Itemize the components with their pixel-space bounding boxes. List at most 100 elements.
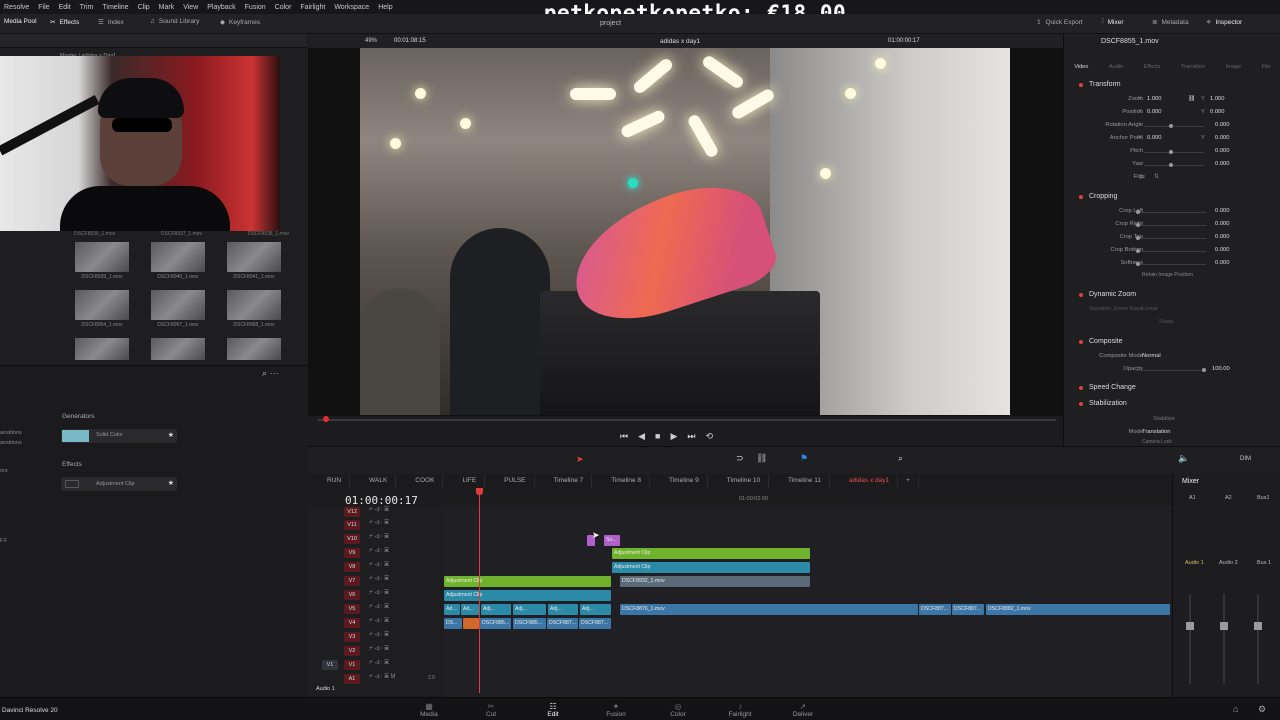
page-cut-button[interactable]: ✂ Cut bbox=[461, 703, 521, 719]
timeline-clip[interactable]: Adj... bbox=[513, 604, 546, 615]
selection-tool-icon[interactable]: ➤ bbox=[576, 454, 584, 465]
audio1-fader[interactable] bbox=[1186, 594, 1194, 684]
metadata-button[interactable]: ≣ Metadata bbox=[1152, 18, 1189, 27]
timeline-ruler[interactable]: 01:00:02:00 bbox=[444, 488, 1172, 506]
index-button[interactable]: ☰ Index bbox=[98, 18, 124, 27]
rotation-field[interactable]: 0.000 bbox=[1215, 122, 1230, 128]
track-name-v1-target[interactable]: V1 bbox=[322, 660, 338, 670]
timeline-clip[interactable]: Adj... bbox=[481, 604, 511, 615]
crop-right-field[interactable]: 0.000 bbox=[1215, 221, 1230, 227]
go-to-end-icon[interactable]: ⏭ bbox=[687, 431, 695, 442]
media-thumb[interactable] bbox=[151, 338, 205, 360]
stabilization-section[interactable]: Stabilization bbox=[1079, 400, 1127, 407]
search-icon[interactable]: ⌕ bbox=[262, 368, 267, 378]
position-y-field[interactable]: 0.000 bbox=[1210, 109, 1225, 115]
pitch-slider[interactable] bbox=[1144, 150, 1204, 154]
media-thumb[interactable]: DSCF8940_1.mov bbox=[151, 242, 205, 280]
zoom-y-field[interactable]: 1.000 bbox=[1210, 96, 1225, 102]
timeline-clip[interactable]: DSCF8932_1.mov bbox=[620, 576, 810, 587]
keyframes-button[interactable]: ◆ Keyframes bbox=[220, 18, 260, 27]
track-controls-icon[interactable]: ⌿ ⊲▷ ▣ bbox=[369, 562, 389, 569]
timeline-clip[interactable]: DSCF8876_1.mov bbox=[620, 604, 918, 615]
solid-color-generator[interactable]: Solid Color ★ bbox=[61, 429, 177, 443]
swap-button[interactable]: Swap bbox=[1159, 319, 1174, 325]
timeline-tab[interactable]: PULSE bbox=[485, 474, 535, 488]
timeline-clip[interactable]: DSCF885... bbox=[480, 618, 511, 629]
timeline-clip[interactable]: DSCF887... bbox=[547, 618, 578, 629]
camera-lock-checkbox[interactable]: Camera Lock bbox=[1142, 439, 1172, 445]
anchor-y-field[interactable]: 0.000 bbox=[1215, 135, 1230, 141]
page-fusion-button[interactable]: ✦ Fusion bbox=[586, 703, 646, 719]
category-transitions[interactable]: ansitions bbox=[0, 430, 22, 436]
timeline-clip[interactable]: Ad... bbox=[444, 604, 460, 615]
page-color-button[interactable]: ◎ Color bbox=[648, 703, 708, 719]
dim-button[interactable]: DIM bbox=[1240, 456, 1251, 462]
composite-mode-select[interactable]: Normal bbox=[1142, 353, 1161, 359]
page-edit-button[interactable]: ☷ Edit bbox=[523, 703, 583, 719]
opacity-slider[interactable] bbox=[1136, 368, 1206, 372]
snapping-icon[interactable]: ⊃ bbox=[736, 453, 744, 464]
flip-vertical-icon[interactable]: ⇅ bbox=[1154, 174, 1159, 180]
transform-section[interactable]: Transform bbox=[1079, 81, 1121, 88]
menu-color[interactable]: Color bbox=[275, 4, 292, 11]
track-controls-icon[interactable]: ⌿ ⊲▷ ▣ bbox=[369, 548, 389, 555]
mode-select[interactable]: Translation bbox=[1142, 429, 1170, 435]
zoom-x-field[interactable]: 1.000 bbox=[1147, 96, 1162, 102]
tab-video[interactable]: Video bbox=[1074, 64, 1088, 74]
timeline-tab[interactable]: LIFE bbox=[443, 474, 486, 488]
video-frame[interactable] bbox=[360, 48, 1010, 415]
crop-left-field[interactable]: 0.000 bbox=[1215, 208, 1230, 214]
timeline-tab[interactable]: Timeline 9 bbox=[650, 474, 708, 488]
add-timeline-tab-icon[interactable]: + bbox=[898, 474, 919, 488]
timeline-clip[interactable]: Adj... bbox=[580, 604, 611, 615]
rotation-slider[interactable] bbox=[1144, 124, 1204, 128]
menu-edit[interactable]: Edit bbox=[59, 4, 71, 11]
timeline-tab[interactable]: COOK bbox=[396, 474, 444, 488]
tab-image[interactable]: Image bbox=[1226, 64, 1241, 74]
softness-field[interactable]: 0.000 bbox=[1215, 260, 1230, 266]
timeline-timecode[interactable]: 01:00:00:17 bbox=[345, 494, 418, 507]
track-controls-icon[interactable]: ⌿ ⊲▷ ▣ bbox=[369, 520, 389, 527]
track-controls-icon[interactable]: ⌿ ⊲▷ ▣ bbox=[369, 576, 389, 583]
timeline-clip[interactable]: Adjustment Clip bbox=[444, 590, 611, 601]
menu-mark[interactable]: Mark bbox=[159, 4, 175, 11]
media-thumb[interactable]: DSCF8954_1.mov bbox=[75, 290, 129, 328]
timeline-clip[interactable] bbox=[463, 618, 479, 629]
timeline-clip[interactable]: DS... bbox=[444, 618, 462, 629]
menu-resolve[interactable]: Resolve bbox=[4, 4, 29, 11]
tab-file[interactable]: File bbox=[1262, 64, 1271, 74]
category-titles[interactable]: ors bbox=[0, 468, 8, 474]
flag-icon[interactable]: ⚑ bbox=[800, 453, 808, 464]
favorite-star-icon[interactable]: ★ bbox=[168, 431, 174, 439]
effects-header[interactable]: Effects bbox=[62, 461, 82, 468]
timeline-clip[interactable]: Adjustment Clip bbox=[612, 562, 810, 573]
timeline-clip[interactable]: So... bbox=[604, 535, 620, 546]
crop-left-slider[interactable] bbox=[1136, 210, 1206, 214]
link-icon[interactable]: ⛓ bbox=[1188, 96, 1195, 102]
bus1-fader[interactable] bbox=[1254, 594, 1262, 684]
track-controls-icon[interactable]: ⌿ ⊲▷ ▣ M bbox=[369, 674, 395, 681]
menu-clip[interactable]: Clip bbox=[138, 4, 150, 11]
yaw-field[interactable]: 0.000 bbox=[1215, 161, 1230, 167]
go-to-start-icon[interactable]: ⏮ bbox=[620, 431, 628, 442]
mixer-button[interactable]: ⫶ Mixer bbox=[1102, 18, 1124, 26]
category-audio-transitions[interactable]: ansitions bbox=[0, 440, 22, 446]
cropping-section[interactable]: Cropping bbox=[1078, 193, 1117, 200]
media-thumb[interactable]: DSCF8967_1.mov bbox=[151, 290, 205, 328]
track-controls-icon[interactable]: ⌿ ⊲▷ ▣ bbox=[369, 534, 389, 541]
track-controls-icon[interactable]: ⌿ ⊲▷ ▣ bbox=[369, 618, 389, 625]
yaw-slider[interactable] bbox=[1144, 163, 1204, 167]
tab-effects[interactable]: Effects bbox=[1144, 64, 1161, 74]
menu-playback[interactable]: Playback bbox=[207, 4, 235, 11]
menu-view[interactable]: View bbox=[183, 4, 198, 11]
crop-right-slider[interactable] bbox=[1136, 223, 1206, 227]
viewer-scrubber[interactable] bbox=[318, 416, 1056, 422]
tab-audio[interactable]: Audio bbox=[1109, 64, 1123, 74]
timeline-tab[interactable]: Timeline 10 bbox=[708, 474, 770, 488]
more-options-icon[interactable]: ⋯ bbox=[270, 368, 279, 378]
track-controls-icon[interactable]: ⌿ ⊲▷ ▣ bbox=[369, 604, 389, 611]
zoom-icon[interactable]: ⌕ bbox=[898, 453, 903, 464]
opacity-field[interactable]: 100.00 bbox=[1212, 366, 1230, 372]
page-media-button[interactable]: ▦ Media bbox=[399, 703, 459, 719]
track-controls-icon[interactable]: ⌿ ⊲▷ ▣ bbox=[369, 590, 389, 597]
